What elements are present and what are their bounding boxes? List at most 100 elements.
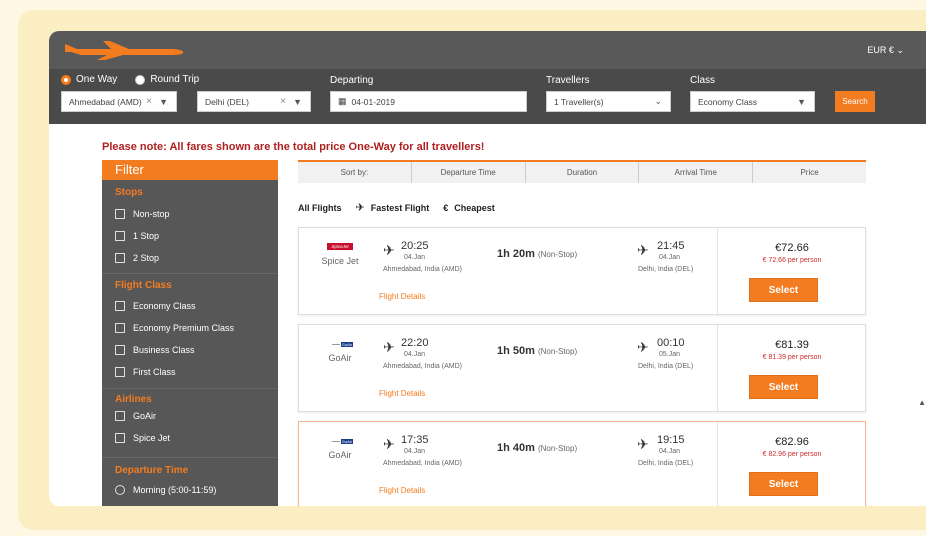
flight-card: SpiceJet Spice Jet ✈ 20:25 04.Jan Ahmeda… xyxy=(298,227,866,315)
divider xyxy=(102,388,278,389)
currency-selector[interactable]: EUR € ⌄ xyxy=(867,45,904,56)
departing-date-input[interactable]: ▦ 04-01-2019 xyxy=(330,91,527,112)
clear-icon[interactable]: × xyxy=(146,96,152,107)
filter-title: Filter xyxy=(102,160,278,180)
arrival-date: 04.Jan xyxy=(659,254,681,261)
filter-option-label: Non-stop xyxy=(133,209,170,219)
select-flight-button[interactable]: Select xyxy=(749,375,818,399)
sort-label: Sort by: xyxy=(298,162,412,183)
clear-icon[interactable]: × xyxy=(280,96,286,107)
flight-class-title: Flight Class xyxy=(115,280,172,291)
fastest-flight-tab[interactable]: ✈ Fastest Flight xyxy=(356,201,430,214)
divider xyxy=(102,457,278,458)
departure-date: 04.Jan xyxy=(404,351,426,358)
filter-option-label: Morning (5:00-11:59) xyxy=(133,485,217,495)
stops-value: (Non-Stop) xyxy=(537,250,578,259)
travellers-value: 1 Traveller(s) xyxy=(554,96,604,107)
divider xyxy=(717,325,718,411)
app-window: EUR € ⌄ One Way Round Trip Ahmedabad (AM… xyxy=(49,31,926,506)
all-flights-tab[interactable]: All Flights xyxy=(298,203,342,213)
flight-duration: 1h 40m (Non-Stop) xyxy=(497,442,577,454)
class-value: Economy Class xyxy=(698,96,758,107)
departure-plane-icon: ✈ xyxy=(383,339,395,355)
class-select[interactable]: Economy Class ▼ xyxy=(690,91,815,112)
filter-class-first[interactable]: First Class xyxy=(115,367,176,377)
departure-place: Ahmedabad, India (AMD) xyxy=(383,460,462,467)
departure-date: 04.Jan xyxy=(404,254,426,261)
sort-bar: Sort by: Departure Time Duration Arrival… xyxy=(298,160,866,183)
arrival-place: Delhi, India (DEL) xyxy=(638,363,694,370)
airline-name: GoAir xyxy=(328,353,352,363)
travellers-select[interactable]: 1 Traveller(s) ⌄ xyxy=(546,91,671,112)
flight-card: GoAir GoAir ✈ 22:20 04.Jan Ahmedabad, In… xyxy=(298,324,866,412)
sort-duration[interactable]: Duration xyxy=(526,162,640,183)
filter-class-economy-premium[interactable]: Economy Premium Class xyxy=(115,323,234,333)
search-bar: One Way Round Trip Ahmedabad (AMD) × ▼ D… xyxy=(49,69,926,124)
filter-airline-spicejet[interactable]: Spice Jet xyxy=(115,433,170,443)
filter-stop-2[interactable]: 2 Stop xyxy=(115,253,159,263)
search-button[interactable]: Search xyxy=(835,91,875,112)
divider xyxy=(102,273,278,274)
trip-type-round-trip[interactable]: Round Trip xyxy=(135,74,199,85)
filter-departure-morning[interactable]: Morning (5:00-11:59) xyxy=(115,485,216,495)
duration-value: 1h 40m xyxy=(497,442,535,454)
top-bar: EUR € ⌄ xyxy=(49,31,926,69)
stops-value: (Non-Stop) xyxy=(537,347,578,356)
checkbox-icon xyxy=(115,231,125,241)
stops-value: (Non-Stop) xyxy=(537,444,578,453)
select-flight-button[interactable]: Select xyxy=(749,472,818,496)
stops-title: Stops xyxy=(115,187,143,198)
filter-option-label: 1 Stop xyxy=(133,231,160,241)
spicejet-logo-icon: SpiceJet xyxy=(327,243,353,250)
airline-name: GoAir xyxy=(328,450,352,460)
departure-plane-icon: ✈ xyxy=(383,436,395,452)
flight-details-link[interactable]: Flight Details xyxy=(379,389,425,398)
currency-label: EUR € xyxy=(867,45,894,55)
class-label: Class xyxy=(690,75,716,86)
sort-price[interactable]: Price xyxy=(753,162,866,183)
filter-option-label: GoAir xyxy=(133,411,157,421)
sort-arrival-time[interactable]: Arrival Time xyxy=(639,162,754,183)
divider xyxy=(717,228,718,314)
goair-logo-icon: GoAir xyxy=(329,437,353,445)
calendar-icon: ▦ xyxy=(338,96,347,106)
flight-card: GoAir GoAir ✈ 17:35 04.Jan Ahmedabad, In… xyxy=(298,421,866,506)
goair-logo-icon: GoAir xyxy=(329,340,353,348)
airplane-logo-icon[interactable] xyxy=(63,40,187,60)
filter-option-label: Business Class xyxy=(133,345,195,355)
arrival-place: Delhi, India (DEL) xyxy=(638,266,694,273)
sort-departure-time[interactable]: Departure Time xyxy=(412,162,526,183)
arrival-plane-icon: ✈ xyxy=(637,436,649,452)
airlines-section: Airlines xyxy=(102,394,278,405)
departure-time-title: Departure Time xyxy=(115,465,189,476)
radio-unselected-icon xyxy=(115,485,125,495)
flight-details-link[interactable]: Flight Details xyxy=(379,486,425,495)
quick-filters: All Flights ✈ Fastest Flight € Cheapest xyxy=(298,201,495,214)
filter-class-business[interactable]: Business Class xyxy=(115,345,195,355)
departure-time: 17:35 xyxy=(401,434,429,446)
filter-class-economy[interactable]: Economy Class xyxy=(115,301,196,311)
departing-label: Departing xyxy=(330,75,374,86)
checkbox-icon xyxy=(115,433,125,443)
filter-stop-nonstop[interactable]: Non-stop xyxy=(115,209,170,219)
flight-duration: 1h 50m (Non-Stop) xyxy=(497,345,577,357)
filter-airline-goair[interactable]: GoAir xyxy=(115,411,156,421)
caret-down-icon: ▼ xyxy=(797,96,806,107)
arrival-time: 00:10 xyxy=(657,337,685,349)
trip-type-one-way[interactable]: One Way xyxy=(61,74,117,85)
filter-option-label: First Class xyxy=(133,367,176,377)
checkbox-icon xyxy=(115,367,125,377)
arrival-place: Delhi, India (DEL) xyxy=(638,460,694,467)
trip-type-label: One Way xyxy=(76,74,118,85)
from-select[interactable]: Ahmedabad (AMD) × ▼ xyxy=(61,91,177,112)
filter-stop-1[interactable]: 1 Stop xyxy=(115,231,159,241)
flight-duration: 1h 20m (Non-Stop) xyxy=(497,248,577,260)
checkbox-icon xyxy=(115,301,125,311)
airplane-icon: ✈ xyxy=(355,202,365,214)
to-select[interactable]: Delhi (DEL) × ▼ xyxy=(197,91,311,112)
cheapest-tab[interactable]: € Cheapest xyxy=(443,203,495,213)
select-flight-button[interactable]: Select xyxy=(749,278,818,302)
arrival-time: 19:15 xyxy=(657,434,685,446)
scroll-up-icon[interactable]: ▲ xyxy=(918,398,926,407)
flight-details-link[interactable]: Flight Details xyxy=(379,292,425,301)
